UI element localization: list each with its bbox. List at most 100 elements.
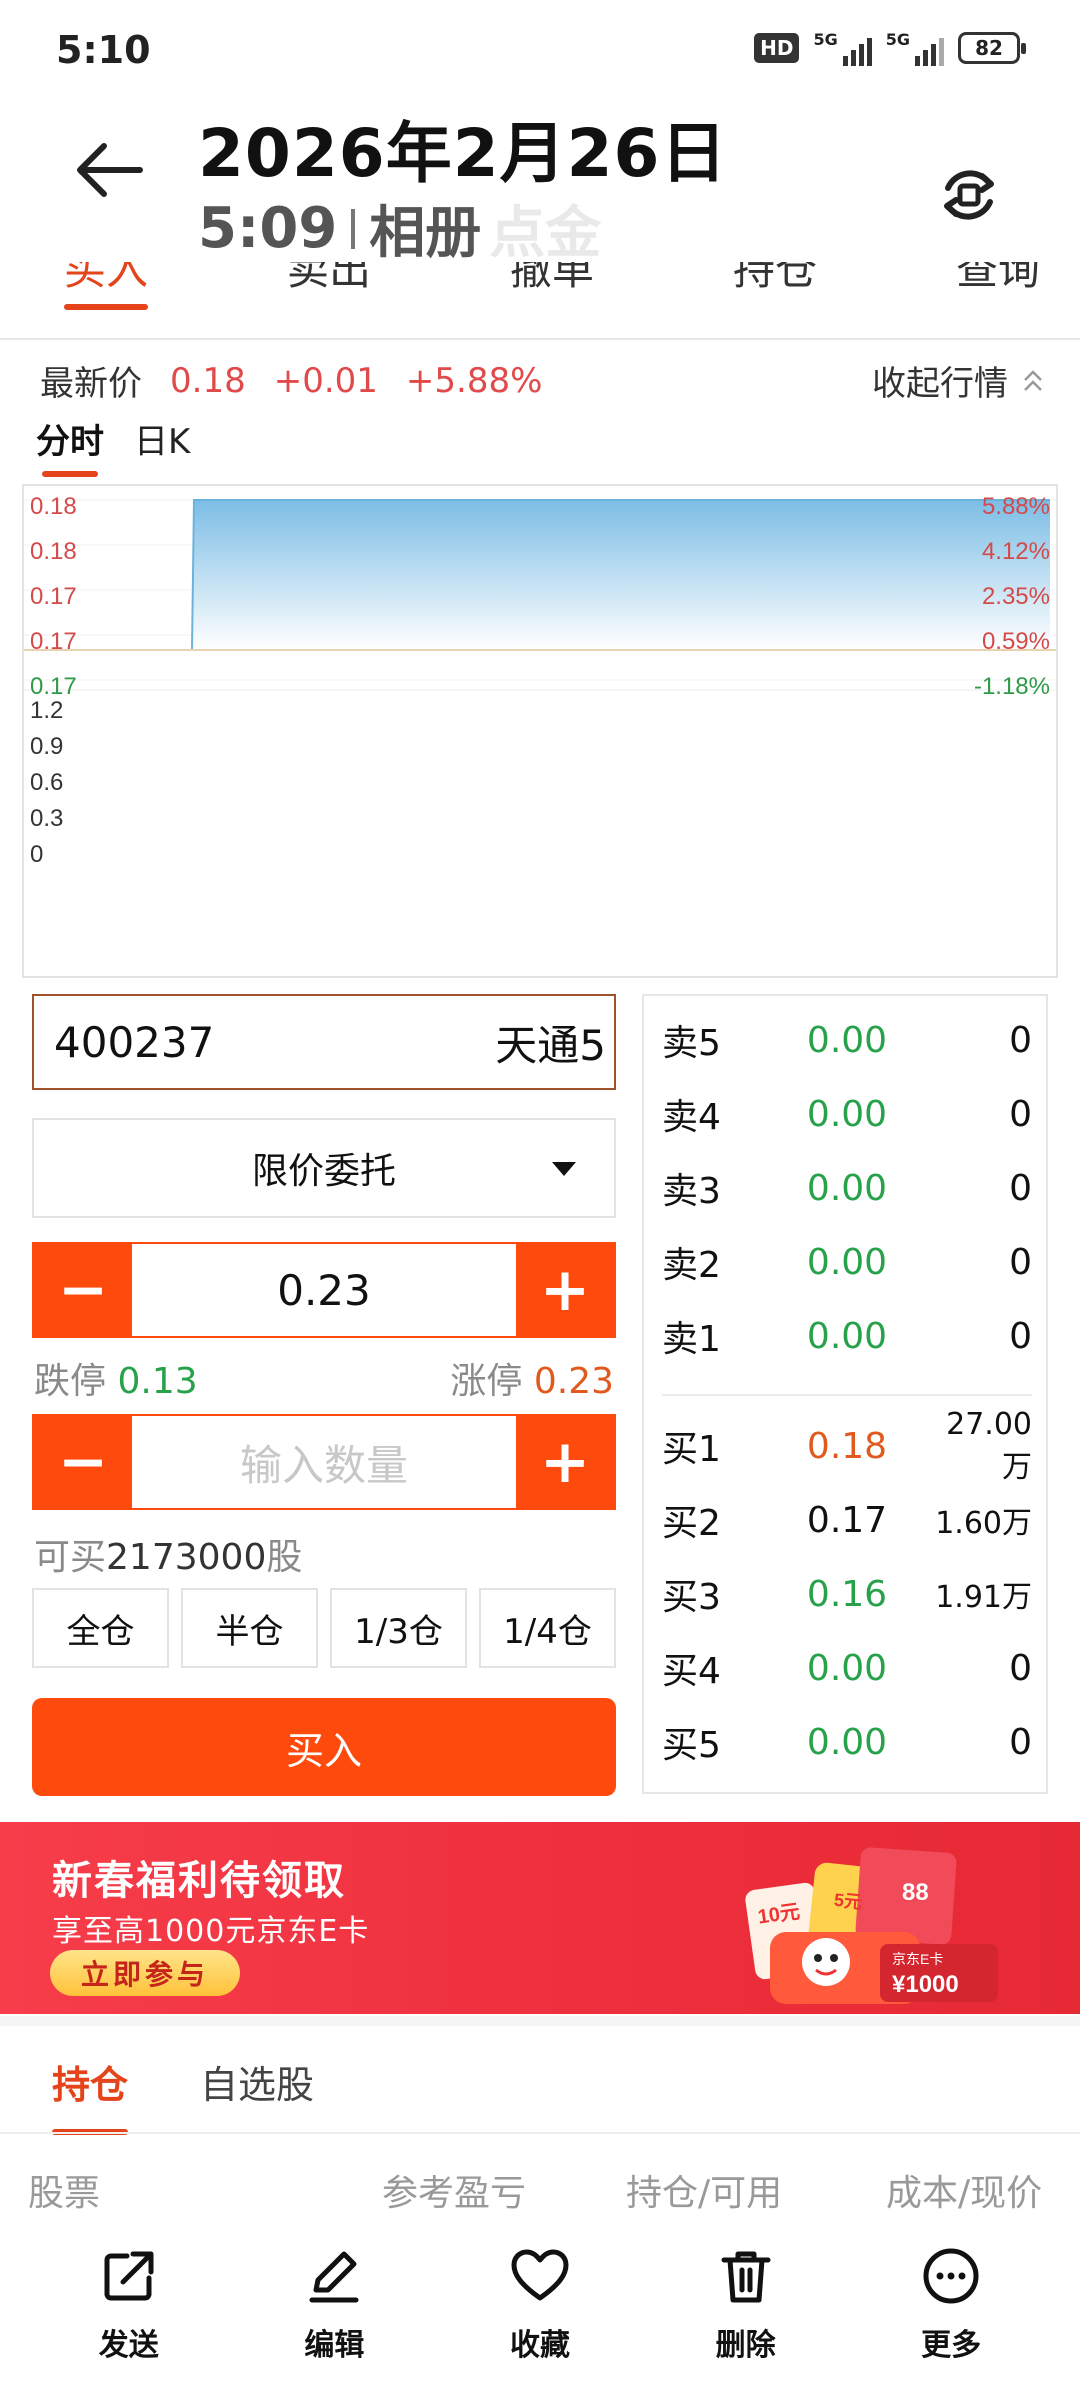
caret-down-icon bbox=[552, 1162, 576, 1176]
battery-icon: 82 bbox=[958, 32, 1026, 64]
more-icon bbox=[923, 2248, 979, 2304]
order-type-select[interactable]: 限价委托 bbox=[32, 1118, 616, 1218]
limit-row: 跌停 0.13 涨停 0.23 bbox=[34, 1352, 614, 1404]
volume-tick-label: 0.9 bbox=[30, 733, 63, 760]
price-change: +0.01 bbox=[273, 360, 378, 401]
tab-position[interactable]: 持仓 bbox=[733, 262, 817, 297]
qty-decrease-button[interactable]: − bbox=[34, 1416, 132, 1508]
active-tab-indicator bbox=[64, 304, 148, 310]
delete-button[interactable]: 删除 bbox=[666, 2226, 826, 2400]
column-cost: 成本/现价 bbox=[886, 2173, 1043, 2214]
divider bbox=[0, 2016, 1080, 2026]
ask-row: 卖4 0.00 0 bbox=[662, 1093, 1032, 1139]
buy-button[interactable]: 买入 bbox=[32, 1698, 616, 1796]
half-position-button[interactable]: 半仓 bbox=[181, 1588, 318, 1668]
intraday-chart: 0.18 0.18 0.17 0.17 0.17 5.88% 4.12% 2.35% 0.59%… bbox=[22, 484, 1058, 978]
back-button[interactable] bbox=[74, 140, 144, 200]
promo-banner[interactable]: 新春福利待领取 享至高1000元京东E卡 立即参与 10元 5元 88 京东E卡… bbox=[0, 1822, 1080, 2014]
chart-svg: 0.18 0.18 0.17 0.17 0.17 5.88% 4.12% 2.35% 0.59%… bbox=[24, 493, 1056, 868]
ask-row: 卖3 0.00 0 bbox=[662, 1167, 1032, 1213]
limit-down: 跌停 0.13 bbox=[34, 1361, 198, 1402]
price-change-pct: +5.88% bbox=[405, 360, 543, 401]
tab-sell[interactable]: 卖出 bbox=[287, 262, 371, 297]
trade-tabs: 买入 卖出 撤单 持仓 查询 bbox=[0, 262, 1080, 312]
action-bar: 发送 编辑 收藏 删除 更多 bbox=[0, 2226, 1080, 2400]
qty-increase-button[interactable]: + bbox=[516, 1416, 614, 1508]
price-decrease-button[interactable]: − bbox=[34, 1244, 132, 1336]
tab-intraday[interactable]: 分时 bbox=[36, 414, 104, 477]
tab-cancel[interactable]: 撤单 bbox=[510, 262, 594, 297]
price-increase-button[interactable]: + bbox=[516, 1244, 614, 1336]
send-button[interactable]: 发送 bbox=[49, 2226, 209, 2400]
gift-illustration: 10元 5元 88 京东E卡 ¥1000 bbox=[745, 1847, 998, 2004]
pct-tick-label: 0.59% bbox=[982, 628, 1050, 655]
more-button[interactable]: 更多 bbox=[871, 2226, 1031, 2400]
price-tick-label: 0.17 bbox=[30, 673, 77, 700]
volume-tick-label: 0 bbox=[30, 841, 43, 868]
divider bbox=[351, 208, 356, 249]
latest-price: 0.18 bbox=[170, 360, 246, 401]
quarter-position-button[interactable]: 1/4仓 bbox=[479, 1588, 616, 1668]
signal-icon: 5G bbox=[886, 30, 944, 66]
quantity-stepper: − 输入数量 + bbox=[32, 1414, 616, 1510]
tab-query[interactable]: 查询 bbox=[956, 262, 1040, 297]
tab-buy[interactable]: 买入 bbox=[64, 262, 148, 297]
price-tick-label: 0.18 bbox=[30, 538, 77, 565]
tab-daily-k[interactable]: 日K bbox=[134, 414, 190, 463]
edit-button[interactable]: 编辑 bbox=[254, 2226, 414, 2400]
full-position-button[interactable]: 全仓 bbox=[32, 1588, 169, 1668]
bid-row: 买2 0.17 1.60万 bbox=[662, 1499, 1032, 1545]
bid-row: 买5 0.00 0 bbox=[662, 1721, 1032, 1767]
join-now-button[interactable]: 立即参与 bbox=[50, 1950, 240, 1996]
volume-tick-label: 0.6 bbox=[30, 769, 63, 796]
stock-code-input[interactable]: 400237 天通5 bbox=[32, 994, 616, 1090]
order-book: 卖5 0.00 0 卖4 0.00 0 卖3 0.00 0 卖2 0.00 0 卖1 0.00 0 … bbox=[642, 994, 1048, 1794]
price-input[interactable]: 0.23 bbox=[132, 1244, 516, 1336]
send-label: 发送 bbox=[98, 2328, 159, 2363]
coupon-5: 5元 bbox=[833, 1890, 863, 1913]
edit-label: 编辑 bbox=[304, 2328, 365, 2363]
column-pnl: 参考盈亏 bbox=[382, 2173, 527, 2214]
banner-subtitle: 享至高1000元京东E卡 bbox=[52, 1914, 370, 1949]
max-buy-qty: 可买2173000股 bbox=[34, 1537, 303, 1578]
price-area bbox=[192, 500, 1050, 650]
divider bbox=[0, 2132, 1080, 2134]
tab-watchlist[interactable]: 自选股 bbox=[200, 2054, 314, 2109]
price-tick-label: 0.17 bbox=[30, 628, 77, 655]
divider bbox=[662, 1394, 1032, 1396]
status-time: 5:10 bbox=[56, 28, 151, 72]
rotate-icon bbox=[944, 170, 994, 220]
ask-row: 卖2 0.00 0 bbox=[662, 1241, 1032, 1287]
page-subtitle: 5:09 相册 点金 bbox=[198, 188, 601, 269]
pct-tick-label: 4.12% bbox=[982, 538, 1050, 565]
price-tick-label: 0.17 bbox=[30, 583, 77, 610]
bid-row: 买1 0.18 27.00万 bbox=[662, 1406, 1032, 1485]
edit-icon bbox=[309, 2251, 359, 2303]
chevron-up-double-icon bbox=[1024, 369, 1042, 391]
favorite-button[interactable]: 收藏 bbox=[460, 2226, 620, 2400]
banner-title: 新春福利待领取 bbox=[52, 1858, 346, 1904]
tab-holdings[interactable]: 持仓 bbox=[52, 2054, 129, 2135]
delete-label: 删除 bbox=[715, 2328, 776, 2363]
order-type-label: 限价委托 bbox=[251, 1151, 396, 1192]
favorite-label: 收藏 bbox=[509, 2328, 570, 2363]
third-position-button[interactable]: 1/3仓 bbox=[330, 1588, 467, 1668]
ask-row: 卖5 0.00 0 bbox=[662, 1019, 1032, 1065]
limit-up: 涨停 0.23 bbox=[450, 1361, 614, 1402]
pct-tick-label: 2.35% bbox=[982, 583, 1050, 610]
ticket-number: 88 bbox=[902, 1879, 929, 1906]
bid-row: 买4 0.00 0 bbox=[662, 1647, 1032, 1693]
faded-app-title: 点金 bbox=[489, 201, 602, 266]
rotate-button[interactable] bbox=[934, 160, 1004, 230]
collapse-label: 收起行情 bbox=[872, 364, 1008, 404]
volume-tick-label: 1.2 bbox=[30, 697, 63, 724]
status-icons: HD 5G 5G 82 bbox=[754, 30, 1026, 66]
subtitle-time: 5:09 bbox=[198, 196, 338, 261]
more-label: 更多 bbox=[921, 2328, 982, 2363]
divider bbox=[0, 338, 1080, 340]
album-label: 相册 bbox=[369, 201, 482, 266]
collapse-quote-button[interactable]: 收起行情 bbox=[872, 356, 1044, 405]
quantity-input[interactable]: 输入数量 bbox=[132, 1416, 516, 1508]
column-position: 持仓/可用 bbox=[626, 2173, 783, 2214]
page-title-date: 2026年2月26日 bbox=[198, 115, 728, 192]
